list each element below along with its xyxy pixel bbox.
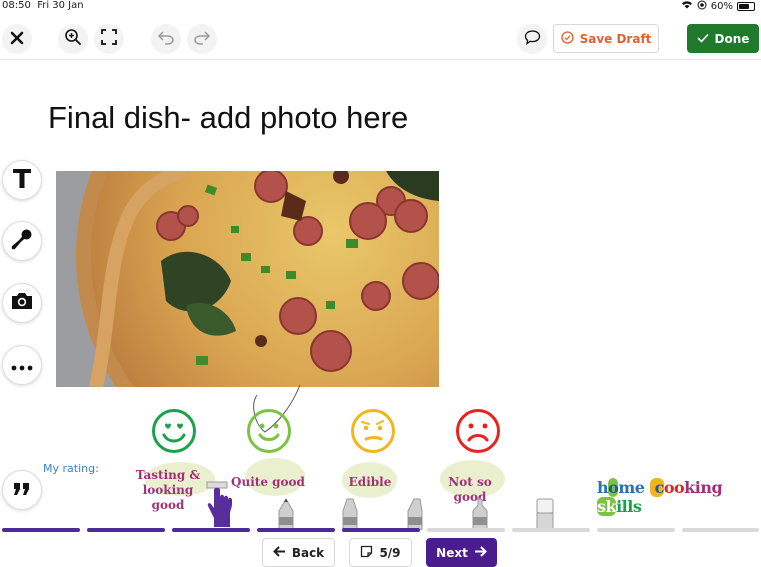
text-tool-button[interactable] [2, 160, 42, 200]
camera-icon [10, 291, 34, 315]
page-indicator-button[interactable]: 5/9 [349, 538, 412, 567]
fullscreen-icon [101, 29, 117, 49]
microphone-icon [10, 227, 34, 255]
progress-segment [2, 528, 80, 532]
back-label: Back [291, 545, 325, 560]
sad-face-icon [456, 409, 500, 453]
rating-label: My rating: [43, 462, 99, 475]
rating-face-tasting-good[interactable] [151, 408, 197, 454]
rating-label-line: Quite good [231, 475, 305, 489]
location-icon [697, 0, 707, 13]
progress-segment [342, 528, 420, 532]
audio-tool-button[interactable] [2, 221, 42, 261]
progress-segment [682, 528, 759, 532]
page-indicator-label: 5/9 [379, 545, 401, 560]
home-cooking-skills-logo: home cooking skills [597, 478, 723, 516]
progress-segment [172, 528, 250, 532]
rating-label-line: looking good [142, 483, 194, 512]
zoom-button[interactable] [58, 24, 88, 54]
camera-tool-button[interactable] [2, 283, 42, 323]
text-icon [11, 166, 33, 194]
arrow-left-icon [272, 545, 286, 560]
heart-eyes-face-icon [152, 409, 196, 453]
undo-icon [157, 29, 175, 49]
back-button[interactable]: Back [262, 538, 335, 567]
check-circle-icon [560, 30, 574, 47]
crayon-tool-icon[interactable] [469, 497, 491, 530]
close-icon [10, 30, 24, 49]
status-right: 60% [681, 0, 755, 13]
progress-segment [427, 528, 505, 532]
more-icon [11, 356, 33, 375]
highlighter-tool-icon[interactable] [404, 497, 426, 530]
rating-label-line: Edible [348, 475, 392, 489]
hand-pointer-icon [206, 481, 232, 527]
fullscreen-button[interactable] [94, 24, 124, 54]
more-tools-button[interactable] [2, 345, 42, 385]
status-date: Fri 30 Jan [37, 0, 84, 11]
quote-icon [13, 481, 31, 500]
pen-tool-icon[interactable] [275, 497, 297, 530]
speech-bubble-icon [524, 29, 541, 49]
status-time-date: 08:50 Fri 30 Jan [2, 0, 84, 11]
progress-segment [87, 528, 165, 532]
redo-button[interactable] [187, 24, 217, 54]
next-label: Next [436, 545, 468, 560]
save-draft-label: Save Draft [579, 31, 652, 46]
meh-face-icon [351, 409, 395, 453]
zoom-in-icon [64, 28, 82, 50]
check-icon [696, 32, 709, 46]
eraser-tool-icon[interactable] [534, 497, 556, 530]
close-button[interactable] [2, 24, 32, 54]
rating-face-edible[interactable] [350, 408, 396, 454]
page-title[interactable]: Final dish- add photo here [48, 100, 408, 136]
status-bar: 08:50 Fri 30 Jan 60% [0, 0, 761, 14]
done-button[interactable]: Done [687, 24, 759, 53]
arrow-right-icon [474, 545, 487, 560]
progress-segment [597, 528, 675, 532]
redo-icon [193, 29, 211, 49]
wifi-icon [681, 0, 693, 13]
final-dish-photo[interactable] [56, 171, 439, 387]
battery-icon [737, 2, 755, 11]
note-icon [360, 545, 373, 561]
rating-option-label: Quite good [228, 475, 308, 490]
undo-button[interactable] [151, 24, 181, 54]
rating-label-line: Tasting & [135, 468, 201, 482]
top-toolbar: Save Draft Done [0, 20, 761, 60]
battery-percent: 60% [710, 1, 733, 12]
smile-face-icon [247, 409, 291, 453]
comment-button[interactable] [517, 24, 547, 54]
quote-tool-button[interactable] [2, 470, 42, 510]
progress-segment [512, 528, 590, 532]
rating-face-quite-good[interactable] [246, 408, 292, 454]
status-time: 08:50 [2, 0, 31, 11]
rating-option-label: Edible [330, 475, 410, 490]
rating-option-label: Tasting & looking good [128, 468, 208, 513]
done-label: Done [714, 31, 750, 46]
rating-face-not-so-good[interactable] [455, 408, 501, 454]
save-draft-button[interactable]: Save Draft [553, 24, 659, 53]
progress-segment [257, 528, 335, 532]
marker-tool-icon[interactable] [339, 497, 361, 530]
next-button[interactable]: Next [426, 538, 497, 567]
